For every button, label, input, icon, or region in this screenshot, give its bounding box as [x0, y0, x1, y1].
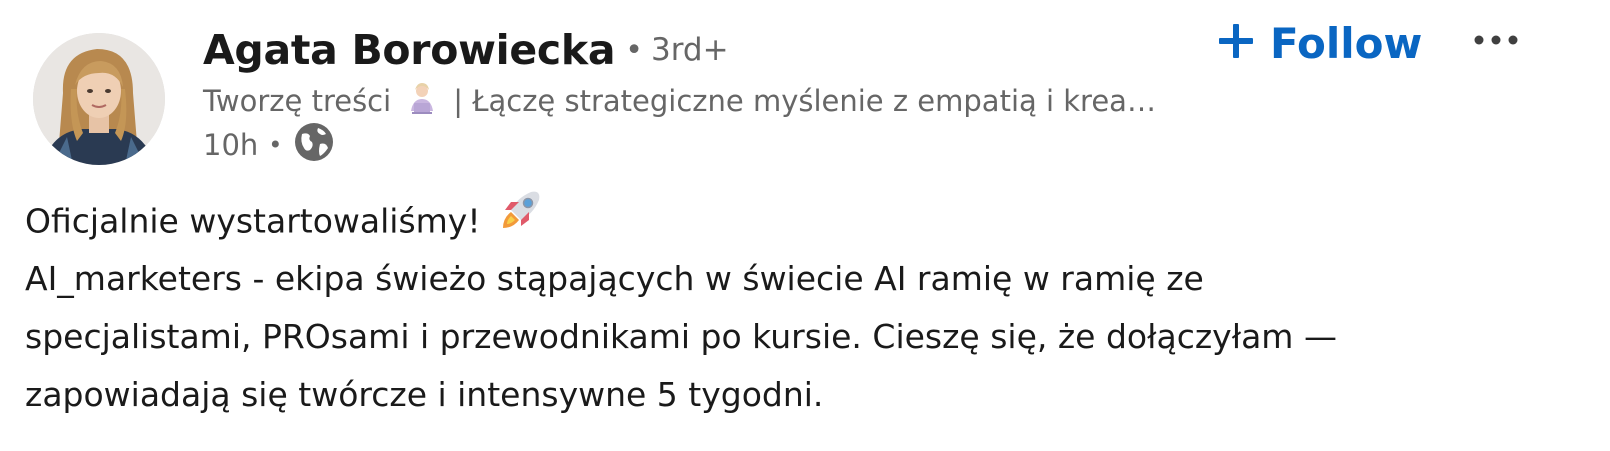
follow-button[interactable]: Follow — [1218, 14, 1422, 72]
author-name[interactable]: Agata Borowiecka — [203, 26, 616, 74]
headline-rest: | Łączę strategiczne myślenie z empatią … — [453, 84, 1156, 118]
author-headline[interactable]: Tworzę treści | Łączę strategiczne myśle… — [203, 80, 1156, 122]
author-avatar[interactable] — [33, 33, 165, 165]
separator-dot: • — [625, 32, 643, 68]
headline-start: Tworzę treści — [203, 84, 392, 118]
ellipsis-icon — [1474, 35, 1518, 45]
connection-degree: 3rd+ — [650, 32, 729, 68]
plus-icon — [1218, 23, 1254, 63]
separator-dot: • — [268, 131, 283, 159]
globe-icon — [294, 122, 334, 169]
post-text: Oficjalnie wystartowaliśmy! AI_marketers… — [25, 191, 1565, 424]
avatar-photo — [33, 33, 165, 165]
more-options-button[interactable] — [1470, 24, 1522, 56]
follow-label: Follow — [1270, 18, 1423, 68]
post-text-line1: Oficjalnie wystartowaliśmy! — [25, 201, 481, 241]
post-time: 10h — [203, 128, 259, 162]
person-with-laptop-emoji-icon — [405, 81, 439, 122]
post-meta: 10h • — [203, 122, 334, 169]
post-text-line: Oficjalnie wystartowaliśmy! — [25, 191, 1565, 250]
post-text-line3: specjalistami, PROsami i przewodnikami p… — [25, 317, 1337, 356]
author-name-row: Agata Borowiecka • 3rd+ — [203, 22, 729, 78]
rocket-emoji-icon — [499, 188, 543, 250]
post-text-line2: AI_marketers - ekipa świeżo stąpających … — [25, 259, 1204, 298]
post-text-line4: zapowiadają się twórcze i intensywne 5 t… — [25, 375, 824, 414]
feed-post: Agata Borowiecka • 3rd+ Tworzę treści | … — [0, 0, 1610, 451]
